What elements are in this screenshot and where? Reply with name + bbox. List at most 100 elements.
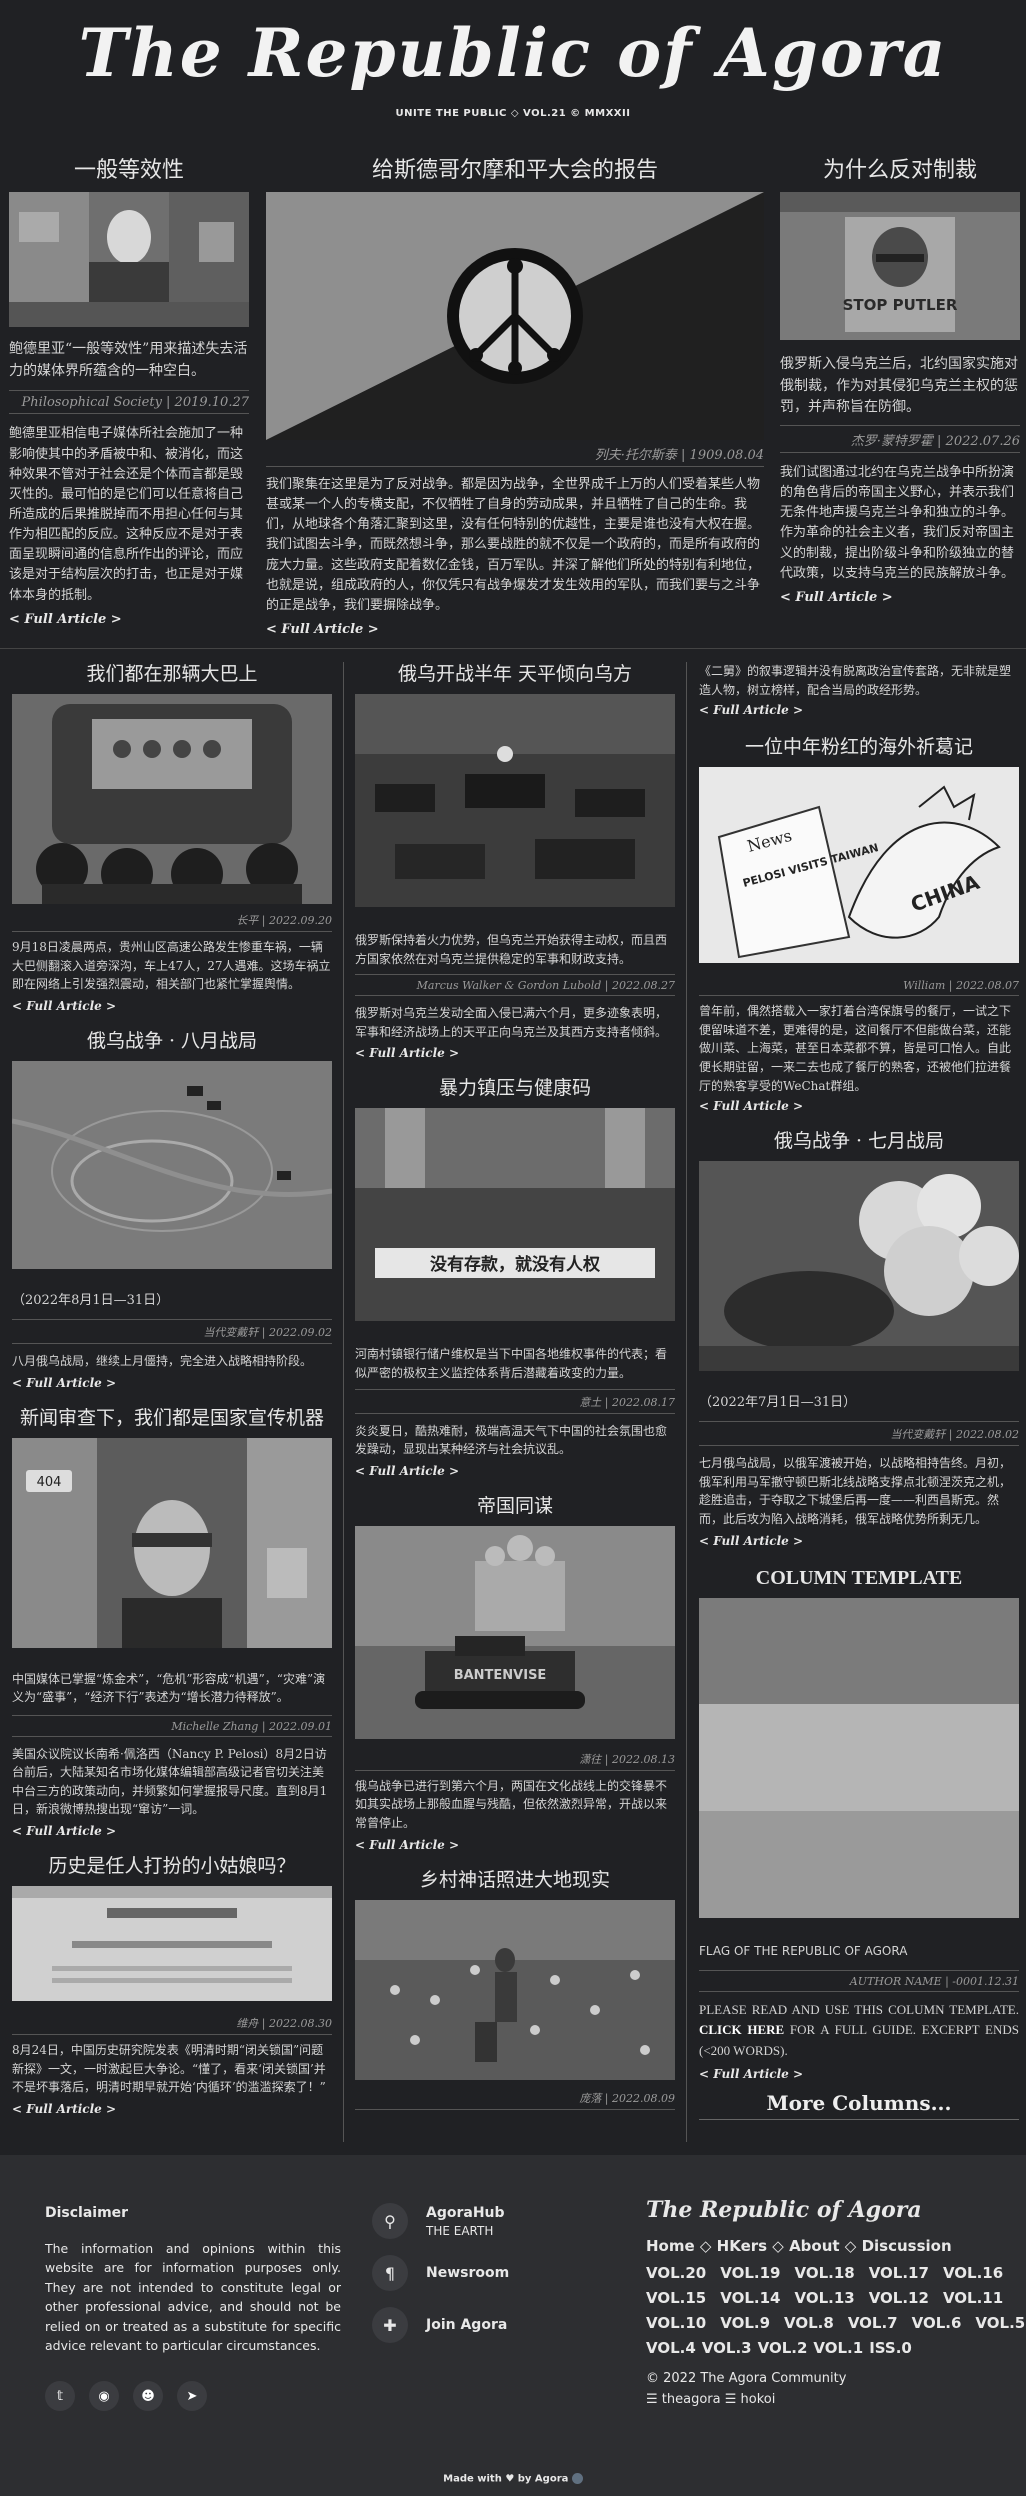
full-article-link[interactable]: Full Article: [699, 703, 1019, 717]
copyright: © 2022 The Agora Community: [646, 2371, 847, 2386]
site-title[interactable]: The Republic of Agora: [0, 12, 1026, 94]
article-title[interactable]: 俄乌战争 · 八月战局: [12, 1025, 332, 1057]
volume-link[interactable]: VOL.18: [794, 2264, 854, 2282]
full-article-link[interactable]: Full Article: [12, 2102, 332, 2116]
volume-link[interactable]: VOL.1: [813, 2339, 863, 2357]
article-image[interactable]: News PELOSI VISITS TAIWAN CHINA: [699, 767, 1019, 964]
volume-link[interactable]: VOL.15: [646, 2289, 706, 2307]
volume-link[interactable]: ISS.0: [869, 2339, 912, 2357]
full-article-link[interactable]: Full Article: [12, 1376, 332, 1390]
article-image[interactable]: [12, 694, 332, 904]
guide-link[interactable]: CLICK HERE: [699, 2022, 784, 2037]
article-meta: 维舟 | 2022.08.30: [12, 2015, 332, 2036]
volume-link[interactable]: VOL.19: [720, 2264, 780, 2282]
article-image[interactable]: [355, 694, 675, 907]
volume-link[interactable]: VOL.12: [869, 2289, 929, 2307]
article-image[interactable]: BANTENVISE: [355, 1525, 675, 1739]
full-article-link[interactable]: Full Article: [699, 1099, 1019, 1113]
template-text-pre: PLEASE READ AND USE THIS COLUMN TEMPLATE…: [699, 2002, 1019, 2018]
full-article-link[interactable]: Full Article: [780, 590, 1020, 605]
article-image[interactable]: 没有存款，就没有人权: [355, 1108, 675, 1322]
article-title[interactable]: 俄乌战争 · 七月战局: [699, 1125, 1019, 1157]
article-title[interactable]: COLUMN TEMPLATE: [699, 1562, 1019, 1594]
full-article-link[interactable]: Full Article: [12, 1824, 332, 1838]
article-image[interactable]: STOP PUTLER: [780, 192, 1020, 340]
volume-link[interactable]: VOL.8: [784, 2314, 834, 2332]
article-caption: 鲍德里亚“一般等效性”用来描述失去活力的媒体界所蕴含的一种空白。: [9, 341, 248, 379]
article-title[interactable]: 帝国同谋: [355, 1490, 675, 1522]
newsroom-link[interactable]: ¶ Newsroom: [372, 2255, 612, 2291]
article-title[interactable]: 暴力镇压与健康码: [355, 1072, 675, 1104]
article-title[interactable]: 给斯德哥尔摩和平大会的报告: [266, 154, 764, 188]
article-excerpt: 9月18日凌晨两点，贵州山区高速公路发生惨重车祸，一辆大巴侧翻滚入道旁深沟，车上…: [12, 940, 331, 992]
article-excerpt: 《二舅》的叙事逻辑并没有脱离政治宣传套路，无非就是塑造人物，树立榜样，配合当局的…: [699, 664, 1012, 697]
link-label: Newsroom: [426, 2265, 510, 2281]
volume-link[interactable]: VOL.13: [794, 2289, 854, 2307]
article-image[interactable]: 404: [12, 1437, 332, 1648]
credits[interactable]: ☰ theagora ☰ hokoi: [646, 2392, 996, 2407]
article-title[interactable]: 我们都在那辆大巴上: [12, 658, 332, 690]
volume-link[interactable]: VOL.6: [912, 2314, 962, 2332]
volume-link[interactable]: VOL.11: [943, 2289, 1003, 2307]
column-middle: 俄乌开战半年 天平倾向乌方 俄罗斯保持着火力优势，但乌克兰开始获得主动权，而且西…: [355, 658, 675, 2110]
article-excerpt: 八月俄乌战局，继续上月僵持，完全进入战略相持阶段。: [12, 1353, 313, 1368]
article-excerpt: 炎炎夏日，酷热难耐，极端高温天气下中国的社会氛围也愈发躁动，显现出某种经济与社会…: [355, 1423, 668, 1457]
nav-discussion[interactable]: Discussion: [862, 2237, 952, 2255]
nav-home[interactable]: Home: [646, 2237, 695, 2255]
article-meta: Michelle Zhang | 2022.09.01: [12, 1714, 332, 1737]
reddit-icon[interactable]: ☻: [133, 2381, 163, 2412]
full-article-link[interactable]: Full Article: [9, 612, 249, 627]
full-article-link[interactable]: Full Article: [355, 1046, 675, 1060]
article-image[interactable]: [9, 192, 249, 327]
agorahub-link[interactable]: ⚲ AgoraHub THE EARTH: [372, 2203, 612, 2239]
telegram-icon[interactable]: ➤: [177, 2381, 207, 2412]
nav-hkers[interactable]: HKers: [717, 2237, 767, 2255]
volume-link[interactable]: VOL.16: [943, 2264, 1003, 2282]
volume-link[interactable]: VOL.14: [720, 2289, 780, 2307]
article-meta: 列夫·托尔斯泰 | 1909.08.04: [266, 444, 764, 467]
full-article-link[interactable]: Full Article: [699, 2067, 1019, 2081]
article-title[interactable]: 一般等效性: [9, 154, 249, 188]
volume-link[interactable]: VOL.10: [646, 2314, 706, 2332]
article-title[interactable]: 一位中年粉红的海外祈葛记: [699, 731, 1019, 763]
volume-link[interactable]: VOL.20: [646, 2264, 706, 2282]
article-meta: 长平 | 2022.09.20: [12, 912, 332, 932]
article-image[interactable]: [355, 1899, 675, 2080]
volume-link[interactable]: VOL.4: [646, 2339, 696, 2357]
article-title[interactable]: 乡村神话照进大地现实: [355, 1864, 675, 1896]
volume-link[interactable]: VOL.17: [869, 2264, 929, 2282]
volume-row: VOL.15 VOL.14 VOL.13 VOL.12 VOL.11: [646, 2286, 1003, 2311]
article-image[interactable]: [699, 1161, 1019, 1372]
article-image[interactable]: [12, 1886, 332, 2002]
full-article-link[interactable]: Full Article: [355, 1838, 675, 1852]
article-image[interactable]: [266, 192, 764, 440]
paragraph-icon: ¶: [372, 2255, 408, 2291]
volume-link[interactable]: VOL.2: [758, 2339, 808, 2357]
volume-link[interactable]: VOL.7: [848, 2314, 898, 2332]
footer-brand[interactable]: The Republic of Agora: [646, 2197, 996, 2223]
full-article-link[interactable]: Full Article: [699, 1534, 1019, 1548]
more-columns-link[interactable]: More Columns...: [699, 2091, 1019, 2120]
twitter-icon[interactable]: 𝕥: [45, 2381, 75, 2412]
volume-link[interactable]: VOL.5: [975, 2314, 1025, 2332]
made-with-line: Made with ♥ by Agora: [0, 2473, 1026, 2485]
disclaimer-block: Disclaimer The information and opinions …: [45, 2205, 341, 2412]
join-agora-link[interactable]: ✚ Join Agora: [372, 2307, 612, 2343]
globe-icon: [571, 2473, 583, 2484]
full-article-link[interactable]: Full Article: [12, 999, 332, 1013]
column-right: 《二舅》的叙事逻辑并没有脱离政治宣传套路，无非就是塑造人物，树立榜样，配合当局的…: [699, 662, 1019, 2120]
github-icon[interactable]: ◉: [89, 2381, 119, 2412]
article-image[interactable]: [12, 1060, 332, 1269]
full-article-link[interactable]: Full Article: [355, 1464, 675, 1478]
full-article-link[interactable]: Full Article: [266, 622, 764, 637]
nav-about[interactable]: About: [789, 2237, 840, 2255]
article-title[interactable]: 新闻审查下，我们都是国家宣传机器: [12, 1402, 332, 1434]
article-title[interactable]: 俄乌开战半年 天平倾向乌方: [355, 658, 675, 690]
volume-row: VOL.10 VOL.9 VOL.8 VOL.7 VOL.6 VOL.5: [646, 2311, 1025, 2336]
volume-link[interactable]: VOL.9: [720, 2314, 770, 2332]
article-meta: Marcus Walker & Gordon Lubold | 2022.08.…: [355, 974, 675, 997]
article-title[interactable]: 历史是任人打扮的小姑娘吗？: [12, 1850, 332, 1882]
volume-link[interactable]: VOL.3: [702, 2339, 752, 2357]
article-title[interactable]: 为什么反对制裁: [780, 154, 1020, 188]
map-pin-icon: ⚲: [372, 2203, 408, 2239]
